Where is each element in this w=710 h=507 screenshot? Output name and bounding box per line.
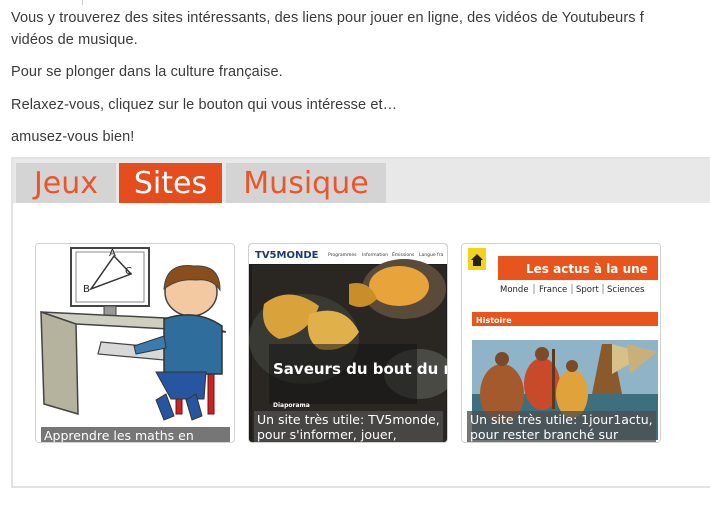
tv5-subhead: Diaporama [273, 402, 310, 409]
tv5-nav-4: Langue fra [419, 252, 443, 258]
intro-line-3: Relaxez-vous, cliquez sur le bouton qui … [11, 97, 398, 113]
tabs-bar: Jeux Sites Musique [13, 159, 710, 203]
tv5-nav-1: Programmes [328, 252, 357, 258]
site-card-maths[interactable]: A B C Apprendre les maths en français? [35, 243, 235, 443]
card-caption: Un site très utile: TV5monde, pour s'inf… [254, 411, 443, 442]
tv5-brand: TV5MONDE [255, 250, 319, 261]
tv5-headline: Saveurs du bout du monde [273, 360, 448, 378]
actu-banner: Les actus à la une [526, 262, 648, 276]
top-divider-tick [82, 0, 83, 5]
label-b: B [83, 284, 90, 295]
tab-sites[interactable]: Sites [119, 163, 222, 203]
actu-nav-4: Sciences [607, 285, 645, 295]
actu-nav-2: France [539, 285, 567, 295]
label-c: C [125, 266, 132, 277]
actu-section: Histoire [476, 316, 512, 325]
intro-line-2: Pour se plonger dans la culture français… [11, 64, 283, 80]
maths-illustration: A B C [36, 244, 234, 442]
tab-musique[interactable]: Musique [226, 163, 386, 203]
card-caption: Apprendre les maths en français? [41, 427, 230, 442]
intro-line-1: Vous y trouverez des sites intéressants,… [11, 10, 644, 26]
site-card-1jour1actu[interactable]: Les actus à la une Monde France Sport Sc… [461, 243, 661, 443]
tabs-panel: Jeux Sites Musique A B C Apprendre les m… [11, 157, 710, 488]
intro-line-1-continued: vidéos de musique. [11, 32, 138, 48]
actu-nav-1: Monde [500, 285, 529, 295]
tab-jeux[interactable]: Jeux [16, 163, 116, 203]
label-a: A [109, 248, 116, 259]
card-caption: Un site très utile: 1jour1actu, pour res… [467, 411, 656, 442]
intro-line-4: amusez-vous bien! [11, 129, 135, 145]
actu-nav-3: Sport [576, 285, 599, 295]
site-card-tv5monde[interactable]: TV5MONDE Programmes Information Émission… [248, 243, 448, 443]
tv5-nav-2: Information [362, 252, 388, 258]
